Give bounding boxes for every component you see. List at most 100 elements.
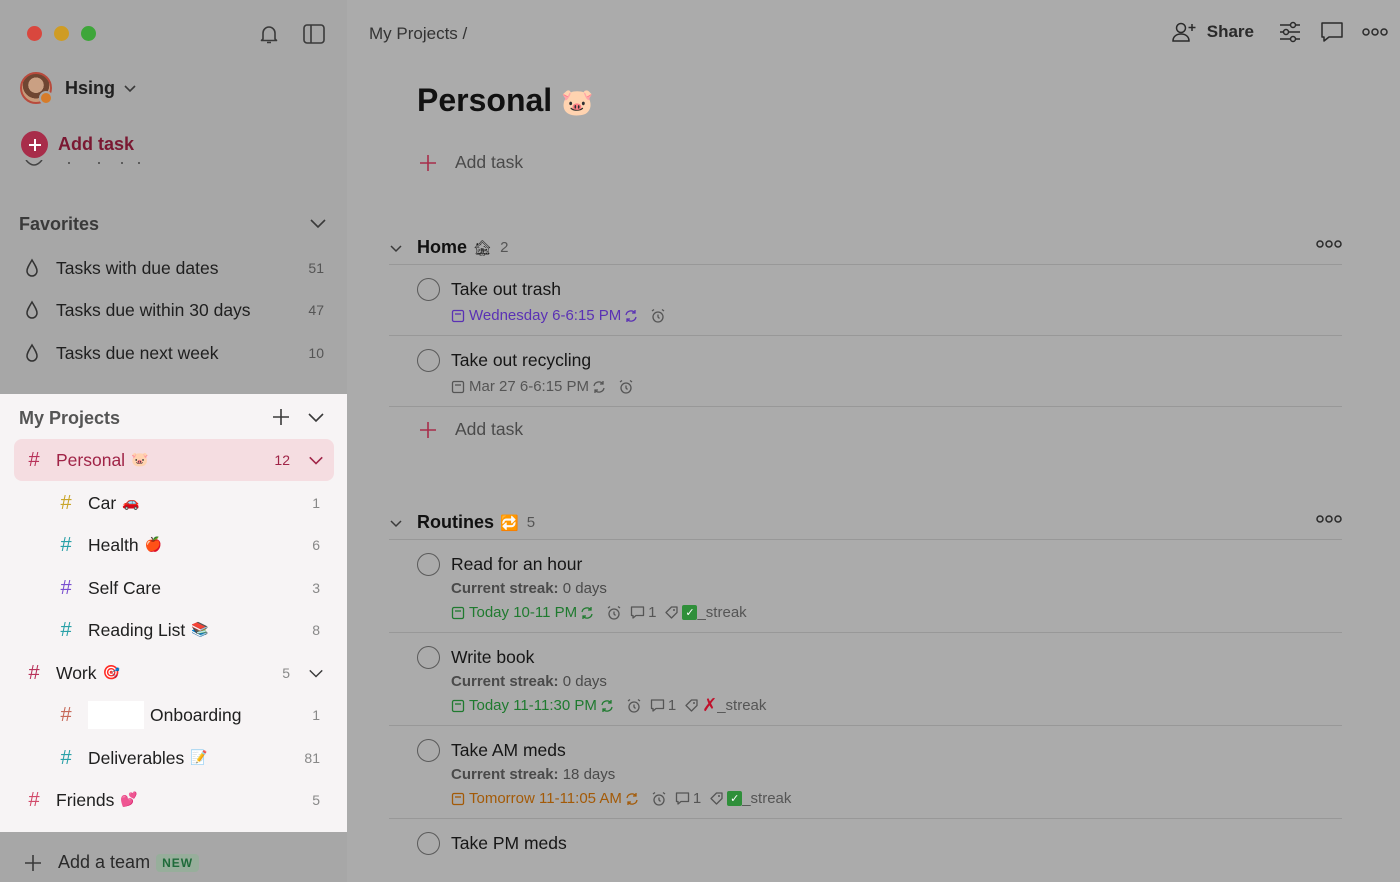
project-reading-list[interactable]: # Reading List 📚 8 <box>56 609 330 651</box>
favorite-label: Tasks due next week <box>56 342 219 363</box>
task-title[interactable]: Take PM meds <box>451 819 1342 854</box>
comment-count[interactable]: 1 <box>675 790 701 807</box>
add-team-button[interactable]: Add a team NEW <box>24 852 200 873</box>
filter-drop-icon <box>26 343 38 362</box>
add-task-button[interactable]: Add task <box>419 419 1372 440</box>
hash-icon: # <box>60 703 72 726</box>
add-task-label: Add task <box>58 134 135 154</box>
comment-count-text: 1 <box>648 604 657 621</box>
task-title[interactable]: Take out recycling <box>451 336 1342 371</box>
due-date[interactable]: Mar 27 6-6:15 PM <box>451 378 610 395</box>
add-person-icon <box>1171 22 1196 42</box>
complete-checkbox[interactable] <box>417 739 440 762</box>
task-item[interactable]: Take out recycling Mar 27 6-6:15 PM <box>389 336 1342 407</box>
project-label: Personal <box>56 449 126 470</box>
favorite-item[interactable]: Tasks with due dates 51 <box>24 253 330 283</box>
reminder[interactable] <box>651 791 667 807</box>
page-title-text: Personal <box>417 82 553 118</box>
reminder[interactable] <box>650 308 666 324</box>
hash-icon: # <box>60 491 72 514</box>
add-task-button[interactable]: Add task <box>21 131 134 158</box>
project-onboarding[interactable]: # Onboarding 1 <box>56 694 330 736</box>
task-item[interactable]: Take out trash Wednesday 6-6:15 PM <box>389 265 1342 336</box>
task-label[interactable]: ✓ _streak <box>664 604 747 621</box>
favorite-count: 47 <box>308 302 324 318</box>
project-friends[interactable]: # Friends 💕 5 <box>14 779 334 821</box>
chevron-down-icon[interactable] <box>307 408 325 426</box>
user-menu[interactable]: Hsing <box>20 72 137 105</box>
recurring-icon <box>593 380 605 393</box>
due-date[interactable]: Today 11-11:30 PM <box>451 697 618 714</box>
due-date[interactable]: Today 10-11 PM <box>451 604 598 621</box>
minimize-window-button[interactable] <box>54 26 69 41</box>
more-horizontal-icon[interactable] <box>1316 514 1342 524</box>
task-item[interactable]: Write book Current streak: 0 days Today … <box>389 633 1342 726</box>
calendar-icon <box>451 606 465 619</box>
more-options-button[interactable] <box>1362 27 1388 37</box>
share-button[interactable]: Share <box>1171 21 1254 43</box>
task-label[interactable]: ✗ _streak <box>684 695 766 715</box>
my-projects-header[interactable]: My Projects <box>19 408 120 429</box>
favorite-item[interactable]: Tasks due within 30 days 47 <box>24 295 330 325</box>
task-title[interactable]: Take AM meds <box>451 726 1342 761</box>
reminder[interactable] <box>606 605 622 621</box>
section-title[interactable]: Routines <box>417 512 494 533</box>
new-badge: NEW <box>156 853 200 872</box>
cross-mark-icon: ✗ <box>702 695 718 715</box>
project-personal[interactable]: # Personal 🐷 12 <box>14 439 334 481</box>
favorite-label: Tasks with due dates <box>56 257 219 278</box>
tag-icon <box>665 606 679 619</box>
reminder[interactable] <box>626 698 642 714</box>
clipped-nav-item <box>25 160 140 166</box>
due-date[interactable]: Tomorrow 11-11:05 AM <box>451 790 643 807</box>
favorite-item[interactable]: Tasks due next week 10 <box>24 338 330 368</box>
reminder[interactable] <box>618 379 634 395</box>
sidebar-toggle-icon[interactable] <box>302 22 326 46</box>
project-label: Car <box>88 492 117 513</box>
chevron-down-icon[interactable] <box>308 665 324 681</box>
task-title[interactable]: Read for an hour <box>451 540 1342 575</box>
complete-checkbox[interactable] <box>417 349 440 372</box>
complete-checkbox[interactable] <box>417 832 440 855</box>
section-title[interactable]: Home <box>417 237 467 258</box>
comment-count-text: 1 <box>692 790 702 807</box>
task-title[interactable]: Write book <box>451 633 1342 668</box>
project-self-care[interactable]: # Self Care 3 <box>56 567 330 609</box>
chevron-down-icon[interactable] <box>309 214 327 232</box>
complete-checkbox[interactable] <box>417 646 440 669</box>
comments-button[interactable] <box>1320 20 1344 44</box>
task-title[interactable]: Take out trash <box>451 265 1342 300</box>
task-item[interactable]: Read for an hour Current streak: 0 days … <box>389 540 1342 633</box>
breadcrumb[interactable]: My Projects / <box>369 24 467 44</box>
view-options-button[interactable] <box>1278 21 1302 43</box>
chevron-down-icon[interactable] <box>308 452 324 468</box>
complete-checkbox[interactable] <box>417 553 440 576</box>
bell-icon[interactable] <box>257 22 281 46</box>
task-description: Current streak: 18 days <box>451 766 1342 783</box>
add-project-icon[interactable] <box>272 408 290 426</box>
close-window-button[interactable] <box>27 26 42 41</box>
filter-drop-icon <box>26 300 38 319</box>
calendar-icon <box>451 792 465 805</box>
favorites-header[interactable]: Favorites <box>19 214 99 235</box>
more-horizontal-icon[interactable] <box>1316 239 1342 249</box>
comment-count[interactable]: 1 <box>650 697 676 714</box>
project-count: 1 <box>312 707 320 723</box>
task-item[interactable]: Take AM meds Current streak: 18 days Tom… <box>389 726 1342 819</box>
task-label[interactable]: ✓ _streak <box>709 790 791 807</box>
comment-count[interactable]: 1 <box>630 604 656 621</box>
project-car[interactable]: # Car 🚗 1 <box>56 482 330 524</box>
add-task-button[interactable]: Add task <box>419 152 523 173</box>
chevron-down-icon[interactable] <box>389 516 403 530</box>
project-deliverables[interactable]: # Deliverables 📝 81 <box>56 737 330 779</box>
project-work[interactable]: # Work 🎯 5 <box>14 652 334 694</box>
complete-checkbox[interactable] <box>417 278 440 301</box>
task-item[interactable]: Take PM meds <box>389 819 1342 855</box>
zoom-window-button[interactable] <box>81 26 96 41</box>
favorite-count: 10 <box>308 345 324 361</box>
house-emoji: 🏚 <box>473 238 493 257</box>
chevron-down-icon[interactable] <box>389 241 403 255</box>
project-count: 81 <box>304 750 320 766</box>
due-date[interactable]: Wednesday 6-6:15 PM <box>451 307 642 324</box>
project-health[interactable]: # Health 🍎 6 <box>56 524 330 566</box>
